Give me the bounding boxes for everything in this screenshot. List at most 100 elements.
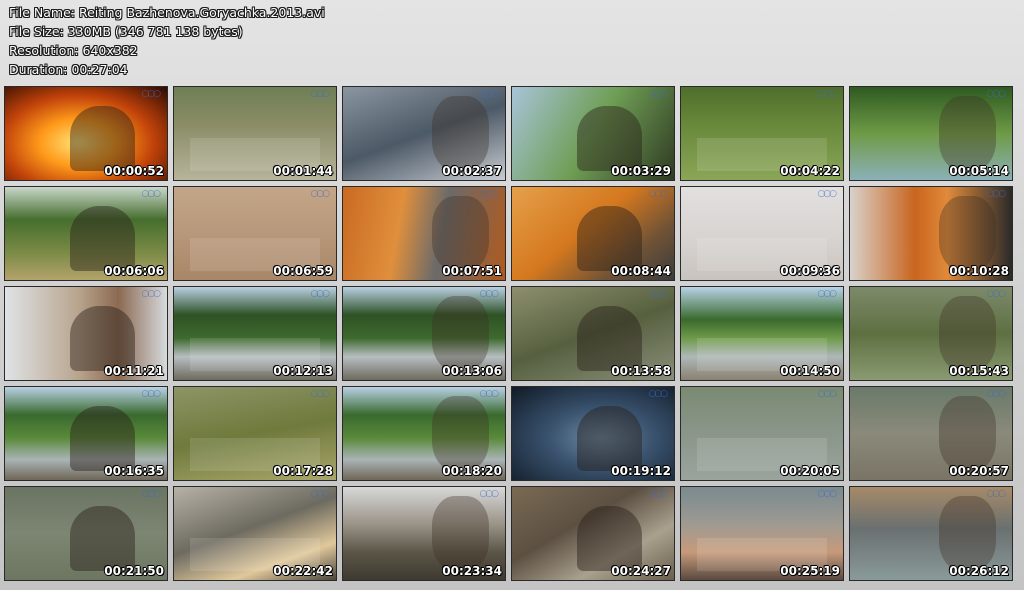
frame-content: [576, 105, 642, 171]
video-thumbnail[interactable]: ○○○ 00:20:05: [680, 386, 844, 481]
video-thumbnail[interactable]: ○○○ 00:16:35: [4, 386, 168, 481]
olympic-rings-icon: ○○○: [817, 89, 837, 99]
frame-content: [939, 496, 996, 571]
thumbnail-timestamp: 00:01:44: [273, 164, 333, 178]
duration-line: Duration: 00:27:04: [9, 62, 128, 77]
olympic-rings-icon: ○○○: [986, 489, 1006, 499]
olympic-rings-icon: ○○○: [648, 289, 668, 299]
frame-content: [939, 96, 996, 171]
video-thumbnail[interactable]: ○○○ 00:10:28: [849, 186, 1013, 281]
thumbnail-timestamp: 00:20:57: [949, 464, 1009, 478]
olympic-rings-icon: ○○○: [479, 189, 499, 199]
olympic-rings-icon: ○○○: [310, 89, 330, 99]
thumbnail-timestamp: 00:24:27: [611, 564, 671, 578]
frame-content: [576, 505, 642, 571]
video-thumbnail[interactable]: ○○○ 00:15:43: [849, 286, 1013, 381]
frame-content: [69, 105, 135, 171]
thumbnail-timestamp: 00:13:06: [442, 364, 502, 378]
olympic-rings-icon: ○○○: [817, 489, 837, 499]
thumbnail-timestamp: 00:02:37: [442, 164, 502, 178]
olympic-rings-icon: ○○○: [479, 489, 499, 499]
thumbnail-timestamp: 00:21:50: [104, 564, 164, 578]
frame-content: [69, 405, 135, 471]
olympic-rings-icon: ○○○: [310, 289, 330, 299]
video-thumbnail[interactable]: ○○○ 00:25:19: [680, 486, 844, 581]
thumbnail-timestamp: 00:25:19: [780, 564, 840, 578]
thumbnail-timestamp: 00:03:29: [611, 164, 671, 178]
thumbnail-timestamp: 00:10:28: [949, 264, 1009, 278]
olympic-rings-icon: ○○○: [986, 389, 1006, 399]
video-thumbnail[interactable]: ○○○ 00:09:36: [680, 186, 844, 281]
video-thumbnail[interactable]: ○○○ 00:00:52: [4, 86, 168, 181]
video-thumbnail[interactable]: ○○○ 00:12:13: [173, 286, 337, 381]
thumbnail-timestamp: 00:07:51: [442, 264, 502, 278]
frame-content: [432, 296, 489, 371]
video-thumbnail[interactable]: ○○○ 00:14:50: [680, 286, 844, 381]
video-thumbnail[interactable]: ○○○ 00:08:44: [511, 186, 675, 281]
frame-content: [576, 305, 642, 371]
olympic-rings-icon: ○○○: [479, 89, 499, 99]
olympic-rings-icon: ○○○: [648, 189, 668, 199]
resolution-line: Resolution: 640x382: [9, 43, 138, 58]
thumbnail-timestamp: 00:13:58: [611, 364, 671, 378]
olympic-rings-icon: ○○○: [310, 489, 330, 499]
video-thumbnail[interactable]: ○○○ 00:20:57: [849, 386, 1013, 481]
olympic-rings-icon: ○○○: [479, 289, 499, 299]
video-thumbnail[interactable]: ○○○ 00:23:34: [342, 486, 506, 581]
video-thumbnail[interactable]: ○○○ 00:01:44: [173, 86, 337, 181]
olympic-rings-icon: ○○○: [310, 189, 330, 199]
olympic-rings-icon: ○○○: [648, 389, 668, 399]
olympic-rings-icon: ○○○: [141, 289, 161, 299]
frame-content: [432, 196, 489, 271]
video-thumbnail[interactable]: ○○○ 00:18:20: [342, 386, 506, 481]
video-thumbnail[interactable]: ○○○ 00:13:58: [511, 286, 675, 381]
video-thumbnail[interactable]: ○○○ 00:04:22: [680, 86, 844, 181]
video-thumbnail[interactable]: ○○○ 00:06:06: [4, 186, 168, 281]
file-size-line: File Size: 330MB (346 781 138 bytes): [9, 24, 243, 39]
frame-content: [432, 96, 489, 171]
thumbnail-grid: ○○○ 00:00:52 ○○○ 00:01:44 ○○○ 00:02:37 ○○○ 00:0…: [4, 86, 1013, 581]
frame-content: [69, 205, 135, 271]
video-thumbnail[interactable]: ○○○ 00:24:27: [511, 486, 675, 581]
olympic-rings-icon: ○○○: [310, 389, 330, 399]
thumbnail-timestamp: 00:19:12: [611, 464, 671, 478]
thumbnail-timestamp: 00:22:42: [273, 564, 333, 578]
file-name-line: File Name: Reiting Bazhenova.Goryachka.2…: [9, 5, 325, 20]
video-thumbnail[interactable]: ○○○ 00:22:42: [173, 486, 337, 581]
frame-content: [576, 205, 642, 271]
olympic-rings-icon: ○○○: [648, 89, 668, 99]
thumbnail-timestamp: 00:12:13: [273, 364, 333, 378]
video-thumbnail[interactable]: ○○○ 00:19:12: [511, 386, 675, 481]
thumbnail-timestamp: 00:05:14: [949, 164, 1009, 178]
thumbnail-timestamp: 00:06:59: [273, 264, 333, 278]
thumbnail-timestamp: 00:18:20: [442, 464, 502, 478]
video-thumbnail[interactable]: ○○○ 00:11:21: [4, 286, 168, 381]
video-thumbnail[interactable]: ○○○ 00:02:37: [342, 86, 506, 181]
olympic-rings-icon: ○○○: [817, 289, 837, 299]
olympic-rings-icon: ○○○: [141, 89, 161, 99]
thumbnail-timestamp: 00:17:28: [273, 464, 333, 478]
file-info-header: File Name: Reiting Bazhenova.Goryachka.2…: [9, 3, 325, 79]
thumbnail-timestamp: 00:20:05: [780, 464, 840, 478]
video-thumbnail[interactable]: ○○○ 00:07:51: [342, 186, 506, 281]
video-thumbnail[interactable]: ○○○ 00:21:50: [4, 486, 168, 581]
frame-content: [432, 396, 489, 471]
olympic-rings-icon: ○○○: [141, 389, 161, 399]
video-thumbnail[interactable]: ○○○ 00:17:28: [173, 386, 337, 481]
video-thumbnail[interactable]: ○○○ 00:03:29: [511, 86, 675, 181]
olympic-rings-icon: ○○○: [141, 189, 161, 199]
frame-content: [939, 396, 996, 471]
olympic-rings-icon: ○○○: [986, 289, 1006, 299]
video-thumbnail[interactable]: ○○○ 00:13:06: [342, 286, 506, 381]
video-thumbnail[interactable]: ○○○ 00:06:59: [173, 186, 337, 281]
video-thumbnail[interactable]: ○○○ 00:26:12: [849, 486, 1013, 581]
olympic-rings-icon: ○○○: [479, 389, 499, 399]
video-thumbnail[interactable]: ○○○ 00:05:14: [849, 86, 1013, 181]
thumbnail-timestamp: 00:14:50: [780, 364, 840, 378]
thumbnail-timestamp: 00:11:21: [104, 364, 164, 378]
frame-content: [576, 405, 642, 471]
thumbnail-timestamp: 00:04:22: [780, 164, 840, 178]
thumbnail-timestamp: 00:15:43: [949, 364, 1009, 378]
frame-content: [432, 496, 489, 571]
olympic-rings-icon: ○○○: [817, 189, 837, 199]
